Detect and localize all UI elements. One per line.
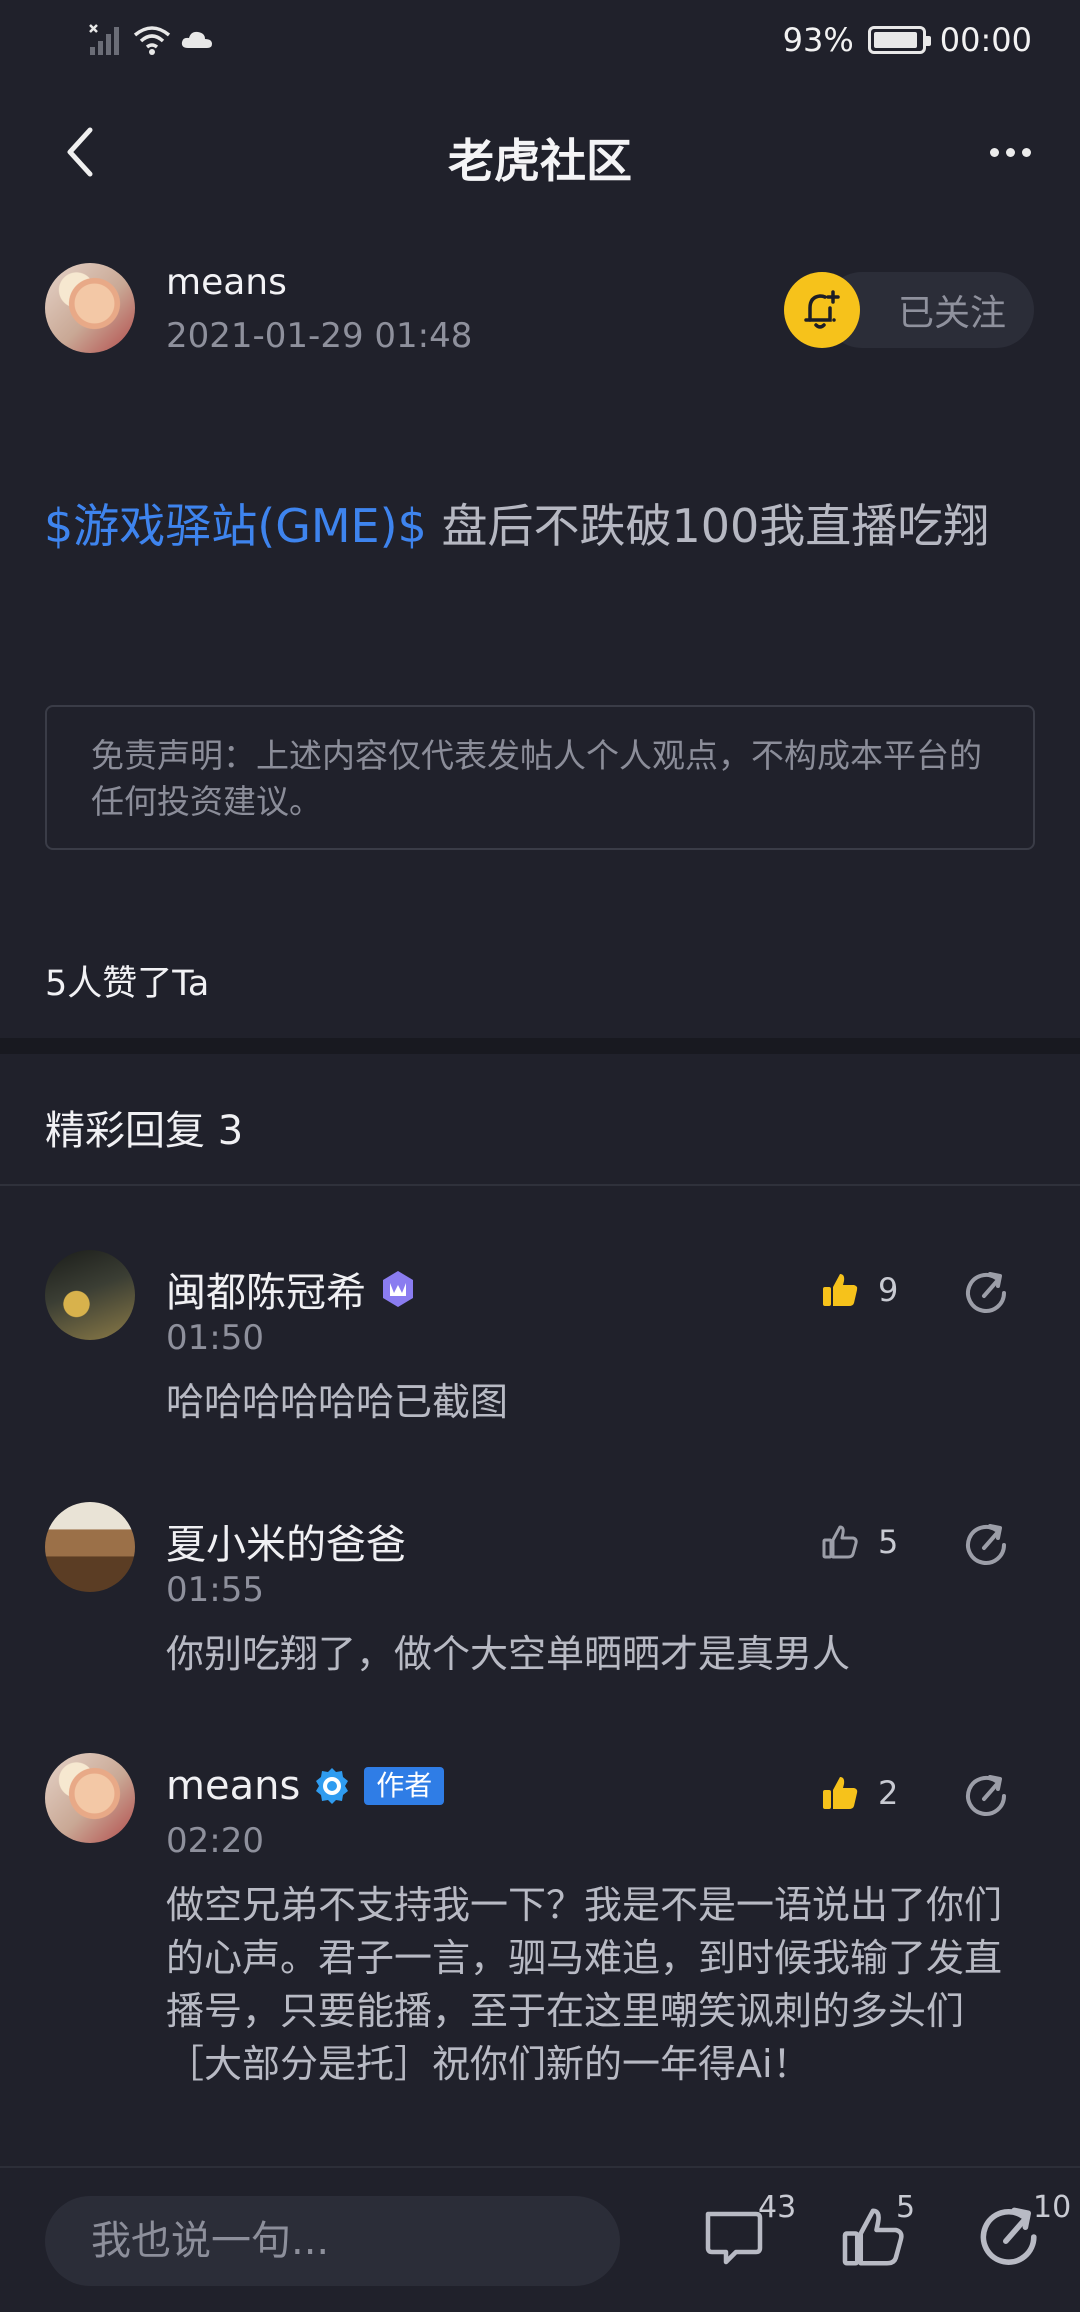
reply-item: means 作者 02:20 做空兄弟不支持我一下？我是不是一语说出了你们的心声…: [0, 1753, 1080, 2153]
cloud-icon: [181, 31, 212, 48]
section-divider: [0, 1038, 1080, 1054]
notification-bell-button[interactable]: [784, 272, 860, 348]
stock-tag-link[interactable]: $游戏驿站(GME)$: [44, 499, 427, 553]
nav-header: 老虎社区: [0, 95, 1080, 205]
reply-avatar[interactable]: [45, 1753, 135, 1843]
reply-time: 02:20: [166, 1821, 264, 1861]
comment-count: 43: [758, 2190, 797, 2225]
post-content: $游戏驿站(GME)$ 盘后不跌破100我直播吃翔: [44, 495, 1044, 557]
reply-author: 闽都陈冠希: [166, 1260, 418, 1318]
battery-percent: 93%: [782, 21, 854, 59]
reply-text: 你别吃翔了，做个大空单晒晒才是真男人: [166, 1632, 851, 1676]
share-count: 10: [1033, 2190, 1072, 2225]
reply-text: 做空兄弟不支持我一下？我是不是一语说出了你们的心声。君子一言，驷马难追，到时候我…: [166, 1883, 1003, 2086]
bell-plus-icon: [804, 290, 840, 329]
thumbs-up-filled-icon: [823, 1777, 858, 1809]
reply-author-name[interactable]: 夏小米的爸爸: [166, 1512, 406, 1570]
share-icon[interactable]: [962, 1771, 1012, 1821]
follow-controls: 已关注: [784, 272, 1034, 348]
likes-summary[interactable]: 5人赞了Ta: [45, 955, 209, 1006]
reply-like-count: 9: [878, 1271, 899, 1309]
reply-like-button[interactable]: 2: [820, 1773, 898, 1813]
reply-like-button[interactable]: 5: [820, 1522, 898, 1562]
disclaimer-box: 免责声明：上述内容仅代表发帖人个人观点，不构成本平台的任何投资建议。: [45, 705, 1035, 850]
thumbs-up-icon: [822, 1525, 858, 1559]
reply-avatar[interactable]: [45, 1250, 135, 1340]
reply-author-name[interactable]: 闽都陈冠希: [166, 1260, 366, 1318]
reply-author: 夏小米的爸爸: [166, 1512, 406, 1570]
reply-time: 01:55: [166, 1570, 264, 1610]
more-dot-icon: [989, 147, 999, 157]
replies-section-title: 精彩回复 3: [45, 1108, 244, 1154]
more-options-button[interactable]: [970, 117, 1050, 187]
status-bar: 93% 00:00: [0, 0, 1080, 80]
divider: [0, 1184, 1080, 1186]
comment-input[interactable]: 我也说一句...: [45, 2196, 620, 2286]
cellular-signal-icon: [89, 24, 119, 55]
battery-icon: [867, 26, 931, 54]
vip-badge-icon: [383, 1271, 413, 1307]
reply-text: 哈哈哈哈哈哈已截图: [166, 1380, 509, 1424]
wifi-icon: [133, 26, 171, 55]
reply-item: 闽都陈冠希 01:50 哈哈哈哈哈哈已截图 9: [0, 1250, 1080, 1450]
reply-like-count: 2: [878, 1774, 899, 1812]
like-button[interactable]: 5: [838, 2190, 918, 2280]
author-tag-badge: 作者: [364, 1767, 445, 1805]
like-count: 5: [896, 2190, 916, 2225]
post-timestamp: 2021-01-29 01:48: [166, 316, 473, 356]
author-name[interactable]: means: [166, 262, 287, 303]
reply-author-name[interactable]: means: [166, 1763, 300, 1809]
status-icons-right: 93% 00:00: [783, 18, 1032, 62]
clock: 00:00: [939, 21, 1032, 59]
reply-time: 01:50: [166, 1318, 264, 1358]
more-dot-icon: [1005, 147, 1015, 157]
share-button[interactable]: 10: [975, 2190, 1071, 2280]
page-title: 老虎社区: [448, 134, 632, 188]
post-text: 盘后不跌破100我直播吃翔: [426, 499, 990, 553]
share-icon[interactable]: [962, 1520, 1012, 1570]
comment-button[interactable]: 43: [700, 2190, 796, 2280]
thumbs-up-filled-icon: [823, 1274, 858, 1306]
bottom-action-bar: 我也说一句... 43 5 10: [0, 2166, 1080, 2312]
verified-badge-icon: [316, 1768, 349, 1804]
author-avatar[interactable]: [45, 263, 135, 353]
reply-author: means 作者: [166, 1763, 445, 1809]
reply-like-count: 5: [878, 1523, 899, 1561]
reply-avatar[interactable]: [45, 1502, 135, 1592]
reply-like-button[interactable]: 9: [820, 1270, 898, 1310]
battery-fill: [873, 32, 917, 48]
status-icons-left: [88, 18, 214, 62]
share-icon[interactable]: [962, 1268, 1012, 1318]
more-dot-icon: [1021, 147, 1031, 157]
reply-item: 夏小米的爸爸 01:55 你别吃翔了，做个大空单晒晒才是真男人 5: [0, 1502, 1080, 1702]
